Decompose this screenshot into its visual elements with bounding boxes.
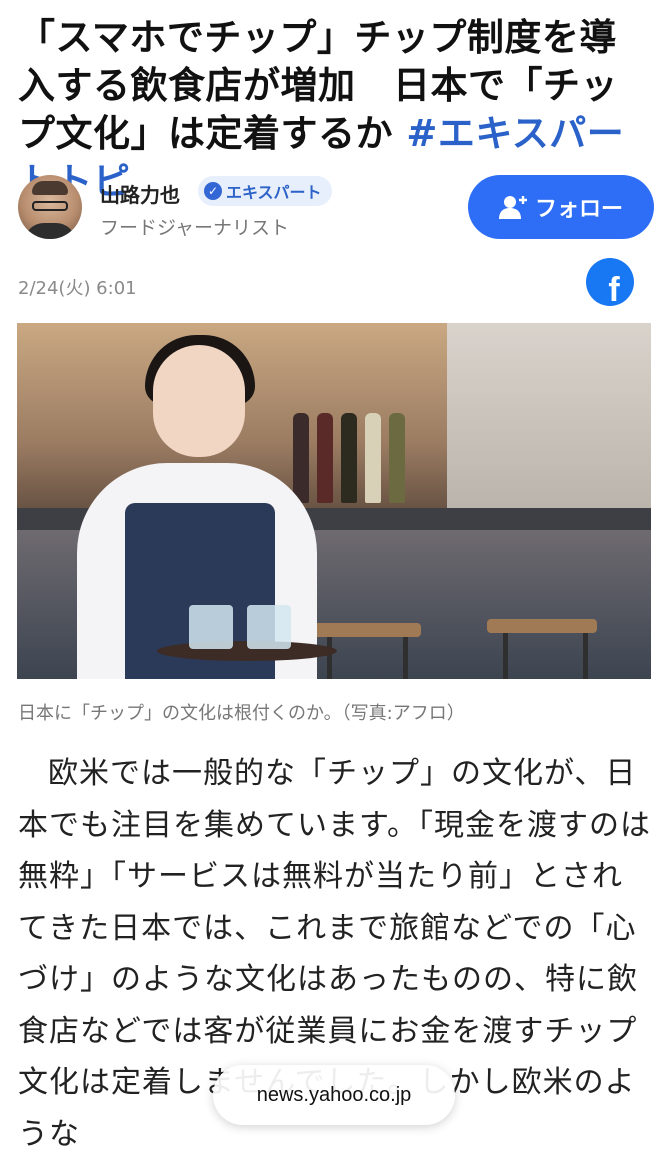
author-name[interactable]: 山路力也 <box>100 179 180 208</box>
expert-badge: ✓ エキスパート <box>198 176 332 206</box>
publish-date: 2/24(火) 6:01 <box>18 278 137 299</box>
follow-button-label: フォロー <box>534 196 623 221</box>
image-caption: 日本に「チップ」の文化は根付くのか。（写真:アフロ） <box>18 703 465 724</box>
follow-button[interactable]: フォロー <box>468 175 654 239</box>
verified-check-icon: ✓ <box>204 182 222 200</box>
add-person-icon <box>498 196 527 219</box>
expert-badge-label: エキスパート <box>226 183 322 202</box>
article-photo <box>17 323 651 679</box>
browser-domain: news.yahoo.co.jp <box>256 1083 412 1106</box>
author-block: 山路力也 ✓ エキスパート フードジャーナリスト フォロー <box>18 175 654 241</box>
facebook-share-icon[interactable]: f <box>586 258 634 306</box>
author-avatar[interactable] <box>18 175 82 239</box>
browser-url-pill[interactable]: news.yahoo.co.jp <box>213 1065 455 1125</box>
author-role: フードジャーナリスト <box>100 217 290 239</box>
